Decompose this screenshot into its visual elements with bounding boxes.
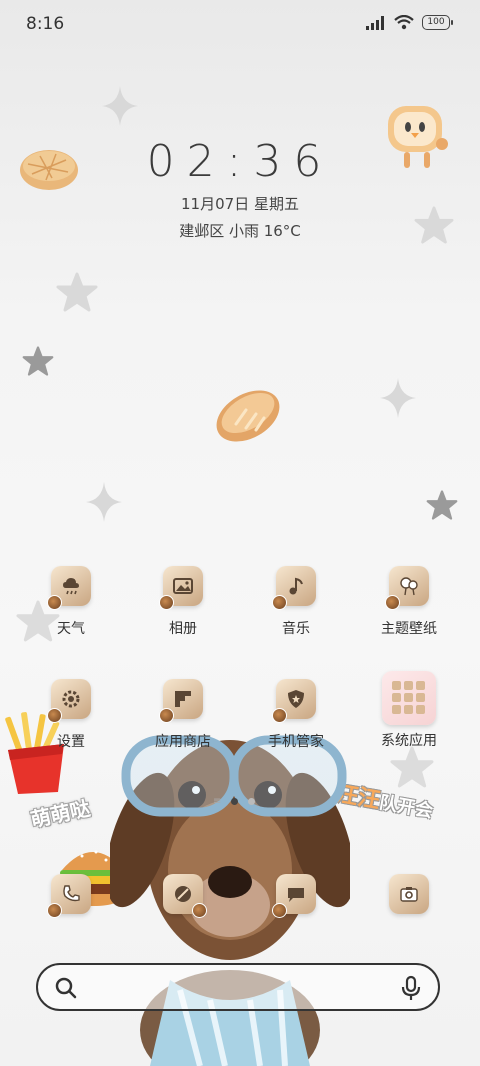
- paw-badge-icon: [47, 595, 62, 610]
- app-music[interactable]: 音乐: [251, 566, 341, 638]
- dock-phone[interactable]: [26, 874, 116, 918]
- paw-badge-icon: [192, 903, 207, 918]
- dock-messages[interactable]: [251, 874, 341, 918]
- star-icon: [56, 272, 98, 312]
- page-dot: [248, 798, 256, 805]
- camera-icon: [400, 887, 418, 902]
- theme-icon: [400, 577, 418, 596]
- sticker-text-cute: 萌萌哒: [28, 795, 93, 832]
- weather-icon: [63, 578, 79, 595]
- wifi-icon: [394, 15, 414, 30]
- page-indicator[interactable]: ≡: [213, 796, 256, 807]
- music-icon: [289, 577, 303, 595]
- paw-badge-icon: [385, 595, 400, 610]
- gallery-icon: [173, 578, 193, 594]
- sparkle-icon: [380, 378, 416, 418]
- phone-icon: [63, 885, 80, 902]
- app-folder-system[interactable]: 系统应用: [364, 671, 454, 750]
- browser-icon: [175, 886, 191, 902]
- clock-weather: 建邺区 小雨 16°C: [179, 222, 301, 240]
- paw-badge-icon: [272, 595, 287, 610]
- signal-icon: [366, 15, 384, 30]
- status-bar: 8:16 100: [0, 0, 480, 50]
- folder-icon: [382, 671, 436, 725]
- app-row-1: 天气 相册 音乐 主题壁纸: [0, 566, 480, 676]
- app-security[interactable]: 手机管家: [251, 679, 341, 751]
- microphone-icon[interactable]: [400, 975, 422, 1001]
- dock-camera[interactable]: [364, 874, 454, 914]
- security-icon: [288, 690, 304, 708]
- page-dot-active: [231, 798, 239, 805]
- bread-loaf-icon: [216, 390, 280, 442]
- clock-time: 02:36: [146, 136, 334, 187]
- star-icon: [22, 346, 54, 376]
- star-icon: [426, 490, 458, 520]
- paw-badge-icon: [47, 708, 62, 723]
- app-store-icon: [175, 691, 191, 707]
- sparkle-icon: [102, 86, 138, 126]
- sparkle-icon: [86, 482, 122, 522]
- paw-badge-icon: [272, 903, 287, 918]
- app-theme[interactable]: 主题壁纸: [364, 566, 454, 638]
- search-bar[interactable]: [36, 963, 440, 1011]
- clock-date: 11月07日 星期五: [181, 195, 299, 213]
- paw-badge-icon: [272, 708, 287, 723]
- clock-widget[interactable]: 02:36 11月07日 星期五 建邺区 小雨 16°C: [0, 136, 480, 241]
- app-weather[interactable]: 天气: [26, 566, 116, 638]
- status-time: 8:16: [26, 14, 65, 34]
- battery-indicator: 100: [422, 15, 453, 30]
- paw-badge-icon: [47, 903, 62, 918]
- app-app-store[interactable]: 应用商店: [138, 679, 228, 751]
- settings-icon: [62, 690, 80, 708]
- app-gallery[interactable]: 相册: [138, 566, 228, 638]
- menu-lines-icon: ≡: [213, 796, 222, 807]
- paw-badge-icon: [159, 595, 174, 610]
- dock-browser[interactable]: [138, 874, 228, 918]
- app-row-2: 设置 应用商店 手机管家 系统应用: [0, 671, 480, 789]
- paw-badge-icon: [159, 708, 174, 723]
- search-icon[interactable]: [54, 976, 78, 1000]
- app-settings[interactable]: 设置: [26, 679, 116, 751]
- messages-icon: [288, 888, 304, 902]
